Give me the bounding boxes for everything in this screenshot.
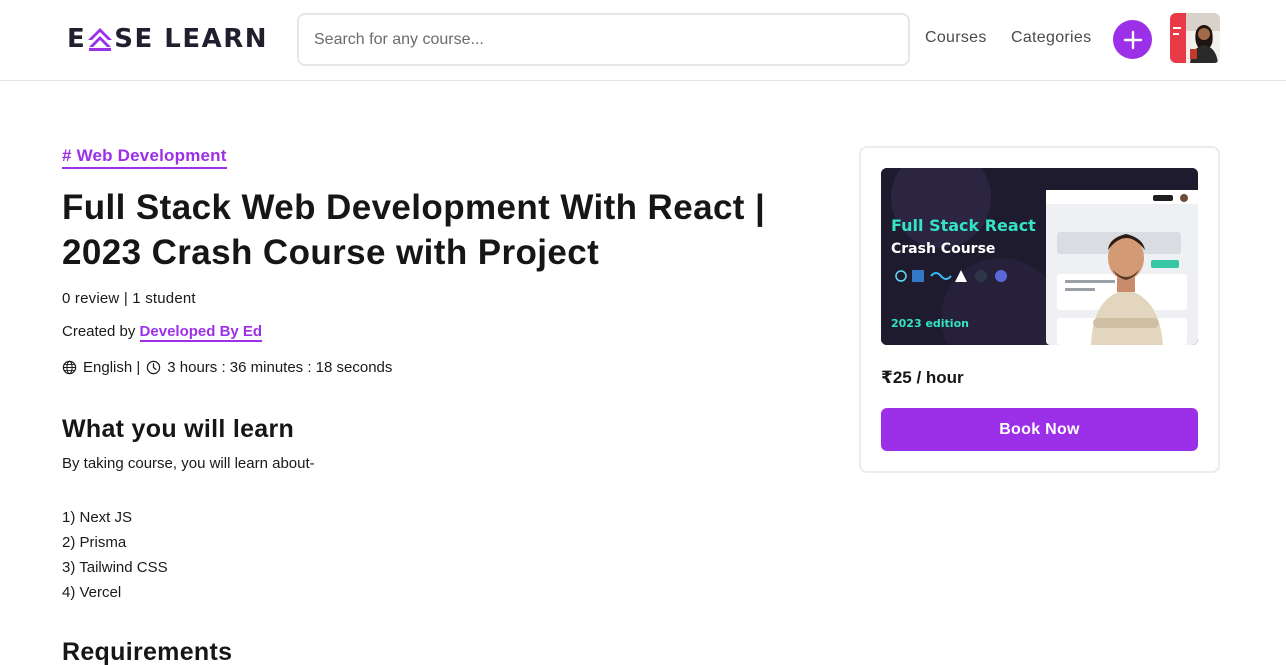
- add-course-button[interactable]: [1113, 20, 1152, 59]
- logo[interactable]: E SE LEARN: [67, 24, 269, 54]
- author-link[interactable]: Developed By Ed: [139, 323, 263, 342]
- course-duration: 3 hours : 36 minutes : 18 seconds: [167, 359, 393, 376]
- thumbnail-title-line1: Full Stack React: [891, 216, 1036, 235]
- nav-courses-link[interactable]: Courses: [925, 29, 987, 47]
- list-item: 3) Tailwind CSS: [62, 559, 168, 576]
- book-now-button[interactable]: Book Now: [881, 408, 1198, 451]
- learn-intro: By taking course, you will learn about-: [62, 455, 315, 472]
- list-item: 1) Next JS: [62, 509, 133, 526]
- list-item: 4) Vercel: [62, 584, 122, 601]
- course-language: English |: [83, 359, 141, 376]
- learn-heading: What you will learn: [62, 415, 295, 443]
- nav-categories-link[interactable]: Categories: [1011, 29, 1091, 47]
- search-box: [297, 13, 910, 66]
- search-input[interactable]: [299, 15, 908, 64]
- avatar-image: [1170, 13, 1220, 63]
- course-language-duration: English | 3 hours : 36 minutes : 18 seco…: [62, 359, 392, 376]
- learn-list: 1) Next JS 2) Prisma 3) Tailwind CSS 4) …: [62, 505, 168, 605]
- globe-icon: [62, 360, 77, 375]
- course-title: Full Stack Web Development With React | …: [62, 188, 766, 272]
- reviews-students: 0 review | 1 student: [62, 290, 196, 307]
- requirements-heading: Requirements: [62, 638, 233, 665]
- thumbnail-edition: 2023 edition: [891, 317, 969, 330]
- logo-mark-icon: [88, 28, 113, 51]
- created-by-label: Created by: [62, 323, 136, 340]
- user-avatar[interactable]: [1170, 13, 1220, 63]
- logo-text-left: E: [67, 24, 87, 54]
- thumbnail-title-line2: Crash Course: [891, 241, 996, 257]
- course-thumbnail[interactable]: Full Stack React Crash Course 2023 editi…: [881, 168, 1198, 345]
- purchase-card: Full Stack React Crash Course 2023 editi…: [859, 146, 1220, 473]
- plus-icon: [1123, 30, 1142, 49]
- created-by: Created by Developed By Ed: [62, 323, 263, 342]
- list-item: 2) Prisma: [62, 534, 127, 551]
- top-header: E SE LEARN Courses Categories: [0, 0, 1286, 81]
- logo-text-right: SE LEARN: [114, 24, 269, 54]
- category-link[interactable]: # Web Development: [62, 146, 227, 169]
- clock-icon: [147, 360, 161, 375]
- course-price: ₹25 / hour: [881, 368, 964, 387]
